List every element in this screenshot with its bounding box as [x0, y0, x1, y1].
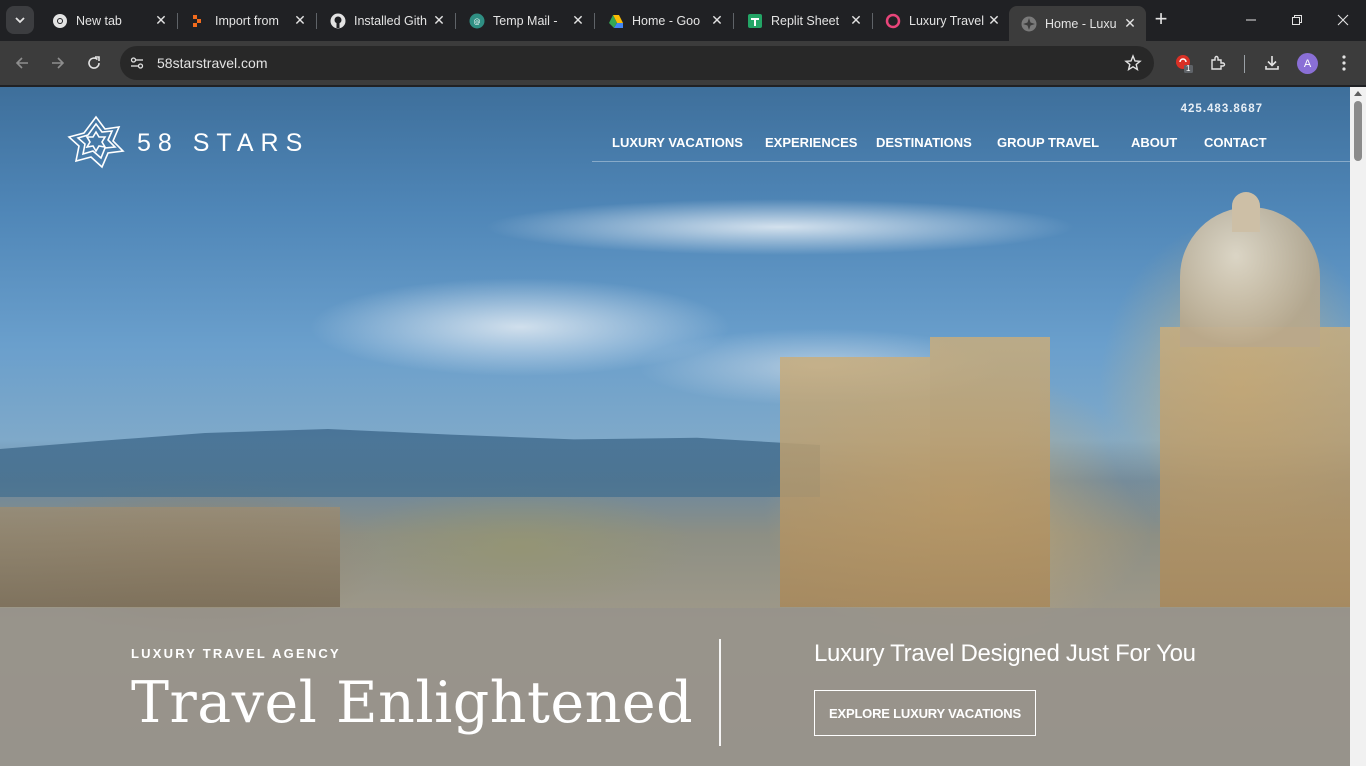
tab-title: Temp Mail -: [493, 13, 558, 28]
tab-temp-mail[interactable]: @ Temp Mail - ✕: [457, 6, 595, 35]
bookmark-star-icon[interactable]: [1124, 54, 1142, 72]
reload-icon: [88, 56, 100, 69]
tab-title: Import from: [215, 13, 279, 28]
extension-button[interactable]: 1: [1170, 49, 1198, 77]
tab-search-button[interactable]: [6, 6, 34, 34]
tab-title: Luxury Travel: [909, 13, 985, 28]
chevron-down-icon: [15, 17, 25, 24]
new-tab-button[interactable]: +: [1149, 8, 1173, 32]
site-logo[interactable]: 58 STARS: [67, 115, 309, 171]
kebab-menu-icon: [1342, 55, 1346, 71]
tab-separator: [594, 13, 595, 29]
nav-destinations[interactable]: DESTINATIONS: [876, 135, 972, 150]
address-bar[interactable]: 58starstravel.com: [120, 46, 1154, 80]
hero-building: [0, 507, 340, 607]
tab-title: New tab: [76, 13, 122, 28]
hero-building: [1160, 327, 1350, 607]
google-drive-icon: [608, 13, 624, 29]
tab-title: Replit Sheet: [771, 13, 840, 28]
svg-text:@: @: [474, 18, 481, 26]
sheets-icon: [747, 13, 763, 29]
tab-google-drive[interactable]: Home - Goo ✕: [596, 6, 734, 35]
browser-menu-button[interactable]: [1330, 49, 1358, 77]
minimize-icon: [1246, 19, 1256, 21]
scroll-up-icon[interactable]: [1354, 91, 1362, 96]
site-settings-icon[interactable]: [128, 54, 146, 72]
close-icon[interactable]: ✕: [431, 12, 447, 29]
url-text: 58starstravel.com: [157, 55, 268, 71]
brand-name: 58 STARS: [137, 128, 310, 157]
scrollbar-thumb[interactable]: [1354, 101, 1362, 161]
toolbar-divider: [1244, 55, 1245, 73]
arrow-left-icon: [15, 57, 28, 69]
tab-separator: [733, 13, 734, 29]
tab-title: Installed Gith: [354, 13, 427, 28]
phone-number[interactable]: 425.483.8687: [1181, 103, 1263, 115]
extension-badge: 1: [1186, 64, 1191, 73]
tab-import[interactable]: Import from ✕: [179, 6, 317, 35]
tab-new-tab[interactable]: New tab ✕: [40, 6, 178, 35]
back-button[interactable]: [8, 49, 36, 77]
download-icon: [1265, 56, 1279, 70]
explore-luxury-vacations-button[interactable]: EXPLORE LUXURY VACATIONS: [814, 690, 1036, 736]
chrome-icon: [52, 13, 68, 29]
close-icon: [1337, 14, 1349, 26]
hero-eyebrow: LUXURY TRAVEL AGENCY: [131, 646, 341, 661]
hero-dome-lantern: [1232, 192, 1260, 232]
github-icon: [330, 13, 346, 29]
tab-separator: [177, 13, 178, 29]
header-divider: [592, 161, 1350, 162]
close-icon[interactable]: ✕: [570, 12, 586, 29]
puzzle-icon: [1211, 55, 1226, 70]
close-icon[interactable]: ✕: [153, 12, 169, 29]
import-icon: [191, 13, 207, 29]
tab-home-luxury[interactable]: Home - Luxu ✕: [1009, 6, 1146, 41]
nav-experiences[interactable]: EXPERIENCES: [765, 135, 857, 150]
tab-separator: [455, 13, 456, 29]
tempmail-icon: @: [469, 13, 485, 29]
reload-button[interactable]: [80, 49, 108, 77]
forward-button[interactable]: [44, 49, 72, 77]
tab-replit-sheet[interactable]: Replit Sheet ✕: [735, 6, 873, 35]
hero-tagline: Luxury Travel Designed Just For You: [814, 640, 1196, 667]
close-icon[interactable]: ✕: [292, 12, 308, 29]
hero-headline: Travel Enlightened: [131, 670, 694, 736]
star-logo-icon: [67, 115, 125, 169]
hero-building: [930, 337, 1050, 607]
hero-mountain: [0, 429, 820, 497]
58stars-icon: [1021, 16, 1037, 32]
nav-contact[interactable]: CONTACT: [1204, 135, 1267, 150]
nav-group-travel[interactable]: GROUP TRAVEL: [997, 135, 1099, 150]
close-icon[interactable]: ✕: [709, 12, 725, 29]
extension-red-icon: [1176, 55, 1193, 73]
tab-github[interactable]: Installed Gith ✕: [318, 6, 456, 35]
nav-luxury-vacations[interactable]: LUXURY VACATIONS: [612, 135, 743, 150]
hero-building: [780, 357, 930, 607]
restore-icon: [1292, 15, 1302, 25]
close-icon[interactable]: ✕: [986, 12, 1002, 29]
close-icon[interactable]: ✕: [1122, 15, 1138, 32]
circle-icon: [885, 13, 901, 29]
close-icon[interactable]: ✕: [848, 12, 864, 29]
arrow-right-icon: [52, 57, 65, 69]
page-scrollbar[interactable]: [1350, 87, 1366, 766]
tab-title: Home - Goo: [632, 13, 701, 28]
hero-divider: [719, 639, 721, 746]
restore-button[interactable]: [1274, 0, 1320, 40]
tab-title: Home - Luxu: [1045, 16, 1117, 31]
downloads-button[interactable]: [1258, 49, 1286, 77]
minimize-button[interactable]: [1228, 0, 1274, 40]
extensions-menu-button[interactable]: [1204, 49, 1232, 77]
web-page: 58 STARS 425.483.8687 LUXURY VACATIONS E…: [0, 87, 1350, 766]
browser-toolbar: 58starstravel.com 1 A: [0, 41, 1366, 86]
tab-separator: [316, 13, 317, 29]
nav-about[interactable]: ABOUT: [1131, 135, 1177, 150]
tab-luxury-travel[interactable]: Luxury Travel ✕: [873, 6, 1010, 35]
window-close-button[interactable]: [1320, 0, 1366, 40]
tab-strip: New tab ✕ Import from ✕ Installed Gith ✕…: [0, 0, 1366, 41]
profile-avatar[interactable]: A: [1297, 53, 1318, 74]
